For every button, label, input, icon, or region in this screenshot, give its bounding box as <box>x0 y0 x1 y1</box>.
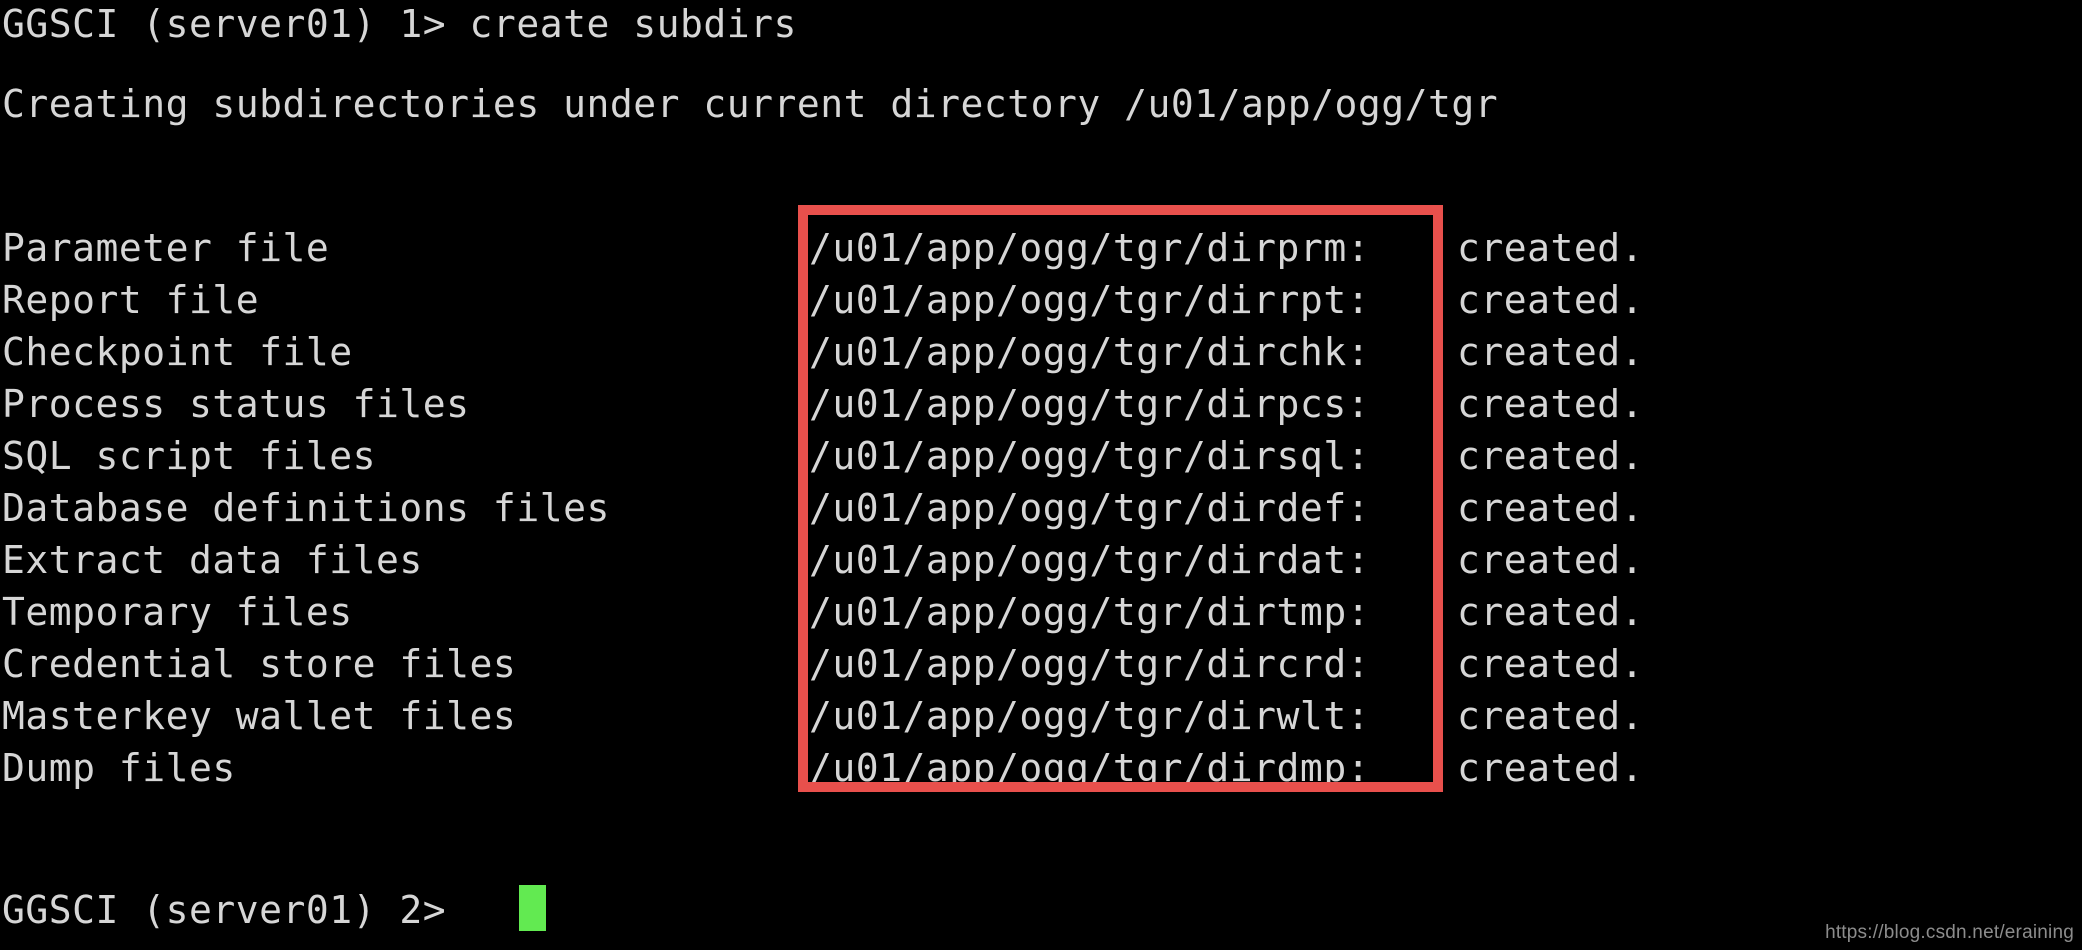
command-prompt-line-2: GGSCI (server01) 2> <box>2 888 447 932</box>
table-row: Report file/u01/app/ogg/tgr/dirrpt: creat… <box>0 274 2082 326</box>
directory-description: Checkpoint file <box>2 330 353 374</box>
directory-path: /u01/app/ogg/tgr/dirchk: <box>809 330 1371 374</box>
table-row: Masterkey wallet files/u01/app/ogg/tgr/d… <box>0 690 2082 742</box>
directory-description: Process status files <box>2 382 470 426</box>
directory-description: SQL script files <box>2 434 377 478</box>
directory-status: created. <box>1457 746 1645 790</box>
directory-status: created. <box>1457 434 1645 478</box>
directory-status: created. <box>1457 330 1645 374</box>
directory-description: Report file <box>2 278 260 322</box>
directory-description: Dump files <box>2 746 236 790</box>
directory-description: Temporary files <box>2 590 353 634</box>
directory-path: /u01/app/ogg/tgr/dirprm: <box>809 226 1371 270</box>
directory-status: created. <box>1457 226 1645 270</box>
directory-status: created. <box>1457 486 1645 530</box>
directory-description: Credential store files <box>2 642 517 686</box>
directory-path: /u01/app/ogg/tgr/dirpcs: <box>809 382 1371 426</box>
watermark-url: https://blog.csdn.net/eraining <box>1825 922 2074 943</box>
table-row: Checkpoint file/u01/app/ogg/tgr/dirchk: c… <box>0 326 2082 378</box>
directory-status: created. <box>1457 278 1645 322</box>
created-directories-table: Parameter file/u01/app/ogg/tgr/dirprm: cr… <box>0 222 2082 794</box>
directory-description: Database definitions files <box>2 486 610 530</box>
command-prompt-line-1: GGSCI (server01) 1> create subdirs <box>2 2 797 46</box>
creating-subdirectories-message: Creating subdirectories under current di… <box>2 82 1499 126</box>
table-row: Process status files/u01/app/ogg/tgr/dir… <box>0 378 2082 430</box>
table-row: Extract data files/u01/app/ogg/tgr/dirda… <box>0 534 2082 586</box>
directory-status: created. <box>1457 382 1645 426</box>
directory-path: /u01/app/ogg/tgr/dirsql: <box>809 434 1371 478</box>
table-row: SQL script files/u01/app/ogg/tgr/dirsql:… <box>0 430 2082 482</box>
table-row: Temporary files/u01/app/ogg/tgr/dirtmp: c… <box>0 586 2082 638</box>
directory-status: created. <box>1457 538 1645 582</box>
terminal-window[interactable]: GGSCI (server01) 1> create subdirs Creat… <box>0 0 2082 950</box>
text-cursor[interactable] <box>519 885 546 931</box>
table-row: Credential store files/u01/app/ogg/tgr/d… <box>0 638 2082 690</box>
table-row: Database definitions files/u01/app/ogg/t… <box>0 482 2082 534</box>
directory-path: /u01/app/ogg/tgr/dirdef: <box>809 486 1371 530</box>
table-row: Dump files/u01/app/ogg/tgr/dirdmp: create… <box>0 742 2082 794</box>
directory-status: created. <box>1457 642 1645 686</box>
directory-path: /u01/app/ogg/tgr/dircrd: <box>809 642 1371 686</box>
directory-path: /u01/app/ogg/tgr/dirdat: <box>809 538 1371 582</box>
directory-status: created. <box>1457 590 1645 634</box>
directory-path: /u01/app/ogg/tgr/dirrpt: <box>809 278 1371 322</box>
directory-path: /u01/app/ogg/tgr/dirwlt: <box>809 694 1371 738</box>
directory-description: Parameter file <box>2 226 330 270</box>
directory-path: /u01/app/ogg/tgr/dirdmp: <box>809 746 1371 790</box>
directory-path: /u01/app/ogg/tgr/dirtmp: <box>809 590 1371 634</box>
directory-description: Extract data files <box>2 538 423 582</box>
directory-status: created. <box>1457 694 1645 738</box>
directory-description: Masterkey wallet files <box>2 694 517 738</box>
table-row: Parameter file/u01/app/ogg/tgr/dirprm: cr… <box>0 222 2082 274</box>
